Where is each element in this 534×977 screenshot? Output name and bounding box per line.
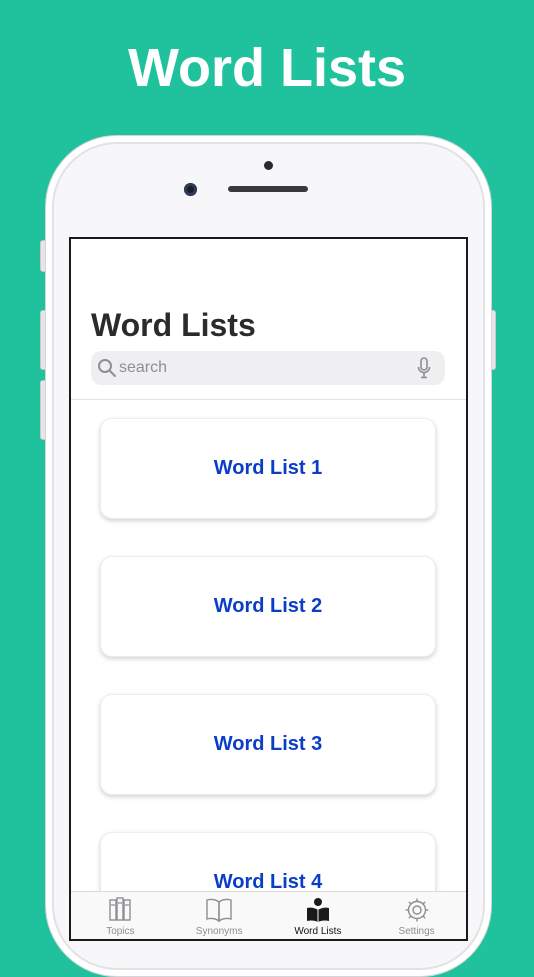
tab-word-lists-label: Word Lists [294,926,342,937]
books-icon [109,897,132,921]
tab-synonyms-label: Synonyms [195,926,243,937]
earpiece-speaker [228,186,308,192]
tab-bar: Topics Synonyms Word Lists Settings [71,891,466,939]
proximity-sensor [264,161,273,170]
word-list-card-4[interactable]: Word List 4 [100,832,436,892]
tab-synonyms[interactable]: Synonyms [170,892,269,939]
search-input[interactable] [119,351,409,385]
tab-settings-label: Settings [398,926,435,937]
tab-topics[interactable]: Topics [71,892,170,939]
tab-word-lists[interactable]: Word Lists [269,892,368,939]
search-bar[interactable] [91,351,445,385]
word-list-card-1[interactable]: Word List 1 [100,418,436,519]
tab-topics-label: Topics [106,926,135,937]
front-camera [184,183,197,196]
microphone-icon[interactable] [417,357,431,384]
search-icon [97,358,117,383]
open-book-icon [206,898,232,923]
gear-icon [405,898,429,922]
promo-title: Word Lists [127,38,406,98]
app-screen: Word Lists Word List 1 Word List 2 Word … [69,237,468,941]
reader-icon [306,898,329,922]
word-list-card-2[interactable]: Word List 2 [100,556,436,657]
word-list-card-3[interactable]: Word List 3 [100,694,436,795]
page-title: Word Lists [91,307,256,343]
word-list-scroll[interactable]: Word List 1 Word List 2 Word List 3 Word… [71,400,466,892]
tab-settings[interactable]: Settings [367,892,466,939]
